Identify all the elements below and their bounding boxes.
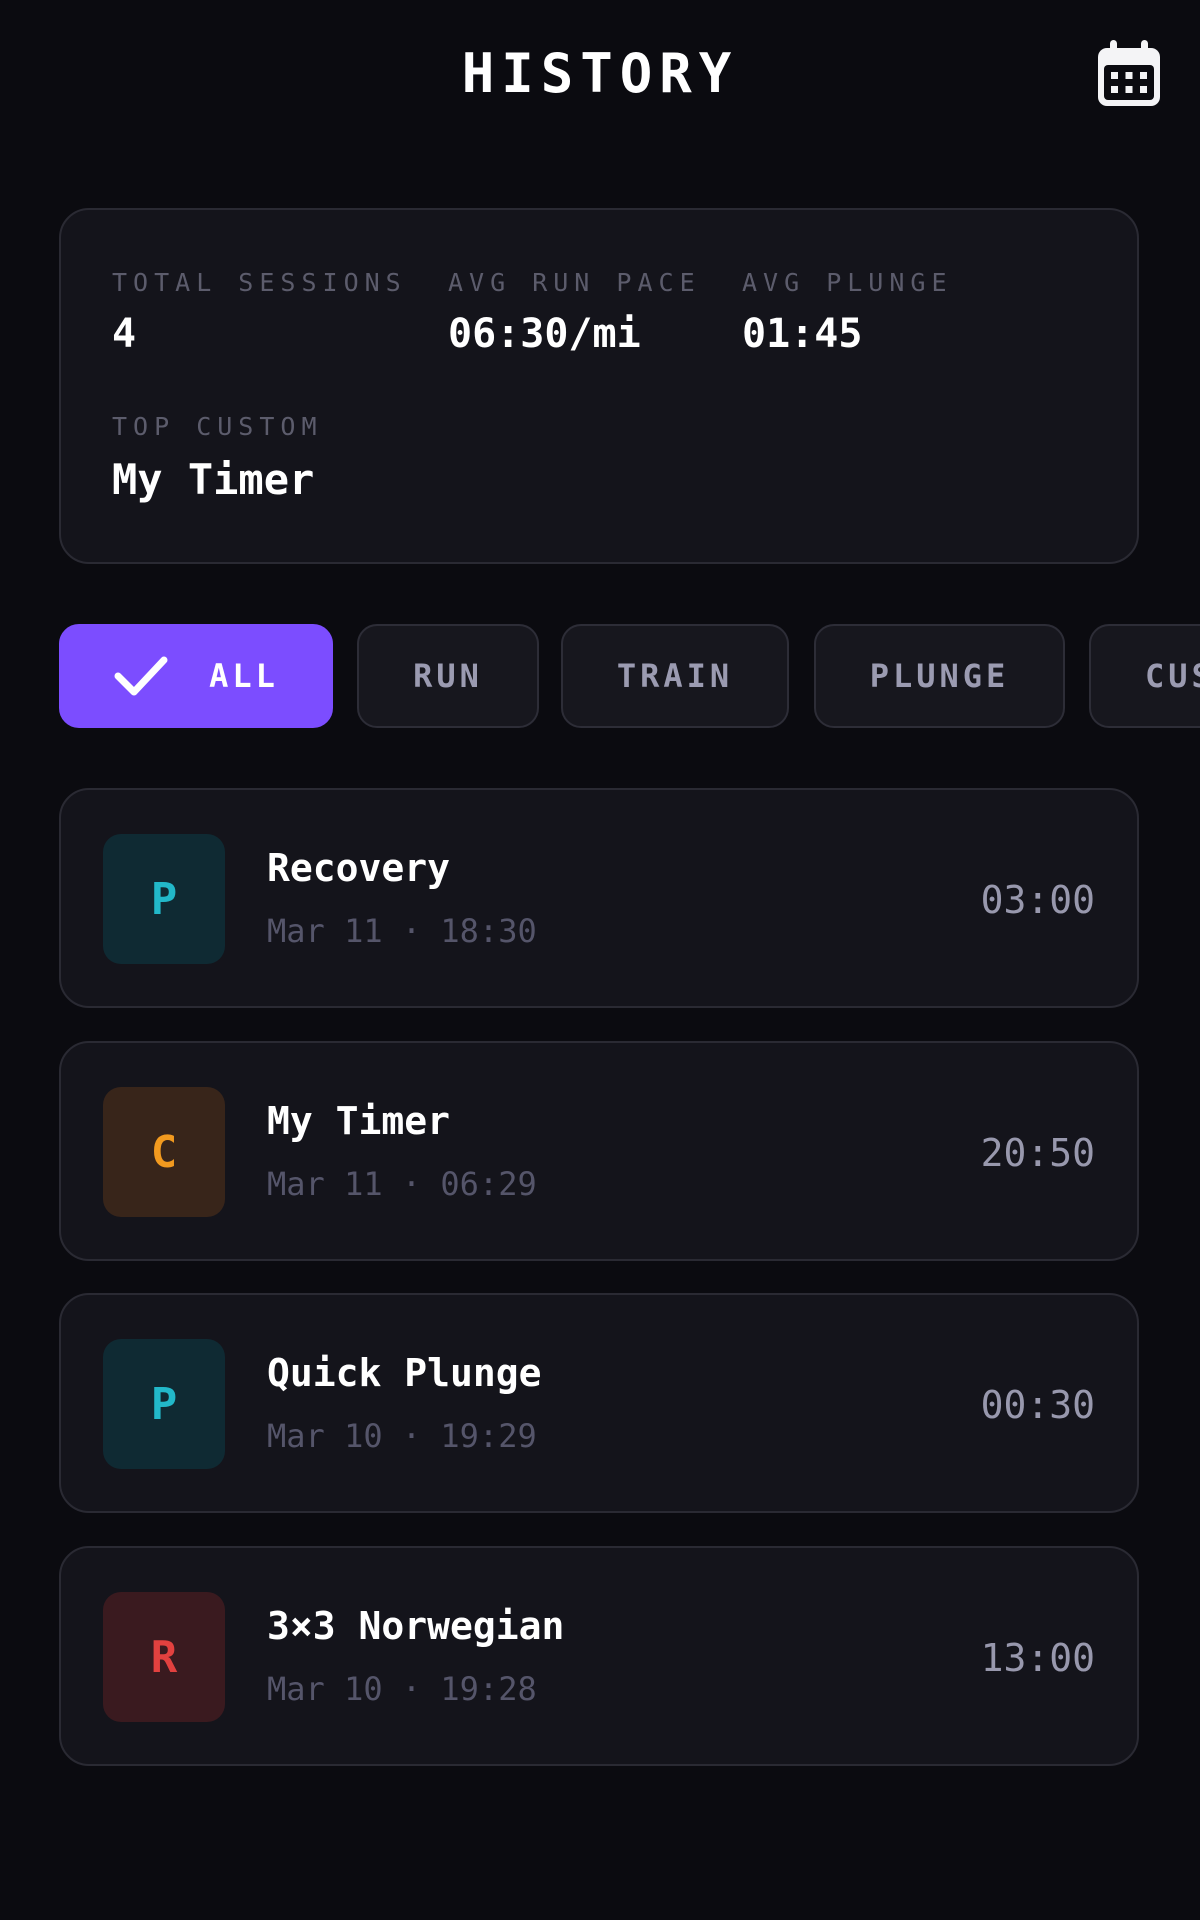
stat-label: AVG RUN PACE xyxy=(448,268,701,297)
filter-chip-label: RUN xyxy=(413,657,483,695)
calendar-icon xyxy=(1098,40,1160,106)
filter-chip-label: ALL xyxy=(209,657,279,695)
session-duration: 20:50 xyxy=(980,1131,1095,1175)
page-title: HISTORY xyxy=(461,42,739,105)
check-icon xyxy=(114,656,168,696)
stat-total-sessions: TOTAL SESSIONS 4 xyxy=(112,268,407,357)
filter-chip-train[interactable]: TRAIN xyxy=(561,624,789,728)
filter-chip-label: CUSTOM xyxy=(1145,657,1200,695)
header: HISTORY xyxy=(0,0,1200,150)
stat-label: TOTAL SESSIONS xyxy=(112,268,407,297)
session-type-badge: R xyxy=(103,1592,225,1722)
filter-chip-all[interactable]: ALL xyxy=(59,624,333,728)
stat-avg-plunge: AVG PLUNGE 01:45 xyxy=(742,268,953,357)
session-item[interactable]: C My Timer Mar 11 · 06:29 20:50 xyxy=(59,1041,1139,1261)
session-type-badge: P xyxy=(103,1339,225,1469)
filter-chip-label: PLUNGE xyxy=(869,657,1010,695)
session-duration: 03:00 xyxy=(980,878,1095,922)
filter-chip-run[interactable]: RUN xyxy=(357,624,539,728)
filter-chip-label: TRAIN xyxy=(616,657,734,695)
calendar-button[interactable] xyxy=(1096,38,1162,108)
stat-value: 4 xyxy=(112,311,137,357)
session-name: Quick Plunge xyxy=(267,1351,542,1395)
session-name: 3×3 Norwegian xyxy=(267,1604,565,1648)
session-item[interactable]: R 3×3 Norwegian Mar 10 · 19:28 13:00 xyxy=(59,1546,1139,1766)
session-item[interactable]: P Quick Plunge Mar 10 · 19:29 00:30 xyxy=(59,1293,1139,1513)
stat-label: TOP CUSTOM xyxy=(112,412,323,441)
session-duration: 00:30 xyxy=(980,1383,1095,1427)
session-type-badge: C xyxy=(103,1087,225,1217)
session-name: My Timer xyxy=(267,1099,451,1143)
session-datetime: Mar 11 · 06:29 xyxy=(267,1165,537,1203)
stat-value: 01:45 xyxy=(742,311,863,357)
filter-chip-plunge[interactable]: PLUNGE xyxy=(814,624,1065,728)
session-duration: 13:00 xyxy=(980,1636,1095,1680)
filter-bar: ALL RUN TRAIN PLUNGE CUSTOM xyxy=(59,624,1200,730)
session-name: Recovery xyxy=(267,846,451,890)
stat-value: 06:30/mi xyxy=(448,311,641,357)
session-type-badge: P xyxy=(103,834,225,964)
stat-label: AVG PLUNGE xyxy=(742,268,953,297)
stat-top-custom: TOP CUSTOM My Timer xyxy=(112,412,323,504)
stat-avg-run-pace: AVG RUN PACE 06:30/mi xyxy=(448,268,701,357)
filter-chip-custom[interactable]: CUSTOM xyxy=(1089,624,1200,728)
session-item[interactable]: P Recovery Mar 11 · 18:30 03:00 xyxy=(59,788,1139,1008)
stats-card: TOTAL SESSIONS 4 AVG RUN PACE 06:30/mi A… xyxy=(59,208,1139,564)
session-datetime: Mar 10 · 19:29 xyxy=(267,1417,537,1455)
session-datetime: Mar 11 · 18:30 xyxy=(267,912,537,950)
stat-value: My Timer xyxy=(112,455,315,504)
session-datetime: Mar 10 · 19:28 xyxy=(267,1670,537,1708)
